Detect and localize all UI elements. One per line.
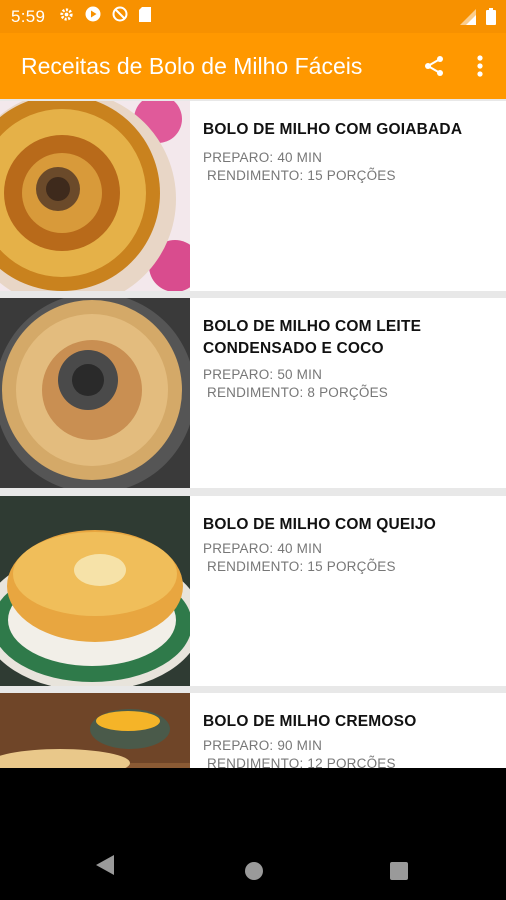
sd-card-icon bbox=[139, 6, 152, 27]
recipe-card[interactable]: BOLO DE MILHO COM LEITE CONDENSADO E COC… bbox=[0, 298, 506, 488]
recipe-meta: PREPARO: 40 MIN RENDIMENTO: 15 PORÇÕES bbox=[203, 149, 493, 185]
more-vert-icon[interactable] bbox=[462, 48, 498, 84]
sync-blocked-icon bbox=[112, 6, 128, 27]
cake-goiabada-photo bbox=[0, 101, 190, 291]
recipe-card[interactable]: BOLO DE MILHO COM GOIABADA PREPARO: 40 M… bbox=[0, 101, 506, 291]
recipe-meta: PREPARO: 90 MIN RENDIMENTO: 12 PORÇÕES bbox=[203, 737, 493, 768]
recipe-title: BOLO DE MILHO COM LEITE CONDENSADO E COC… bbox=[203, 318, 422, 357]
share-icon[interactable] bbox=[416, 48, 452, 84]
recipe-title: BOLO DE MILHO COM GOIABADA bbox=[203, 121, 463, 138]
cake-cremoso-photo bbox=[0, 693, 190, 768]
recipe-prep: PREPARO: 90 MIN bbox=[203, 738, 323, 753]
cake-queijo-photo bbox=[0, 496, 190, 686]
recipe-meta: PREPARO: 50 MIN RENDIMENTO: 8 PORÇÕES bbox=[203, 366, 493, 402]
status-bar: 5:59 bbox=[0, 0, 506, 33]
play-icon bbox=[85, 6, 101, 27]
recipe-meta: PREPARO: 40 MIN RENDIMENTO: 15 PORÇÕES bbox=[203, 540, 493, 576]
recipe-yield: RENDIMENTO: 15 PORÇÕES bbox=[207, 559, 396, 574]
recipe-prep: PREPARO: 40 MIN bbox=[203, 541, 323, 556]
recipe-list[interactable]: BOLO DE MILHO COM GOIABADA PREPARO: 40 M… bbox=[0, 99, 506, 768]
cake-leite-condensado-photo bbox=[0, 298, 190, 488]
recipe-card[interactable]: BOLO DE MILHO CREMOSO PREPARO: 90 MIN RE… bbox=[0, 693, 506, 768]
signal-icon bbox=[460, 8, 476, 30]
home-icon[interactable] bbox=[244, 861, 264, 886]
recipe-yield: RENDIMENTO: 15 PORÇÕES bbox=[207, 168, 396, 183]
recipe-title: BOLO DE MILHO COM QUEIJO bbox=[203, 516, 437, 533]
recipe-title: BOLO DE MILHO CREMOSO bbox=[203, 713, 417, 730]
app-title: Receitas de Bolo de Milho Fáceis bbox=[21, 52, 363, 79]
recipe-card[interactable]: BOLO DE MILHO COM QUEIJO PREPARO: 40 MIN… bbox=[0, 496, 506, 686]
recipe-prep: PREPARO: 40 MIN bbox=[203, 150, 323, 165]
status-time: 5:59 bbox=[11, 6, 46, 26]
battery-icon bbox=[486, 8, 496, 30]
recipe-yield: RENDIMENTO: 12 PORÇÕES bbox=[207, 756, 396, 768]
app-bar: Receitas de Bolo de Milho Fáceis bbox=[0, 33, 506, 99]
back-icon[interactable] bbox=[96, 855, 114, 880]
recents-icon[interactable] bbox=[390, 862, 408, 885]
settings-icon bbox=[59, 7, 74, 27]
recipe-prep: PREPARO: 50 MIN bbox=[203, 367, 323, 382]
recipe-yield: RENDIMENTO: 8 PORÇÕES bbox=[207, 385, 388, 400]
